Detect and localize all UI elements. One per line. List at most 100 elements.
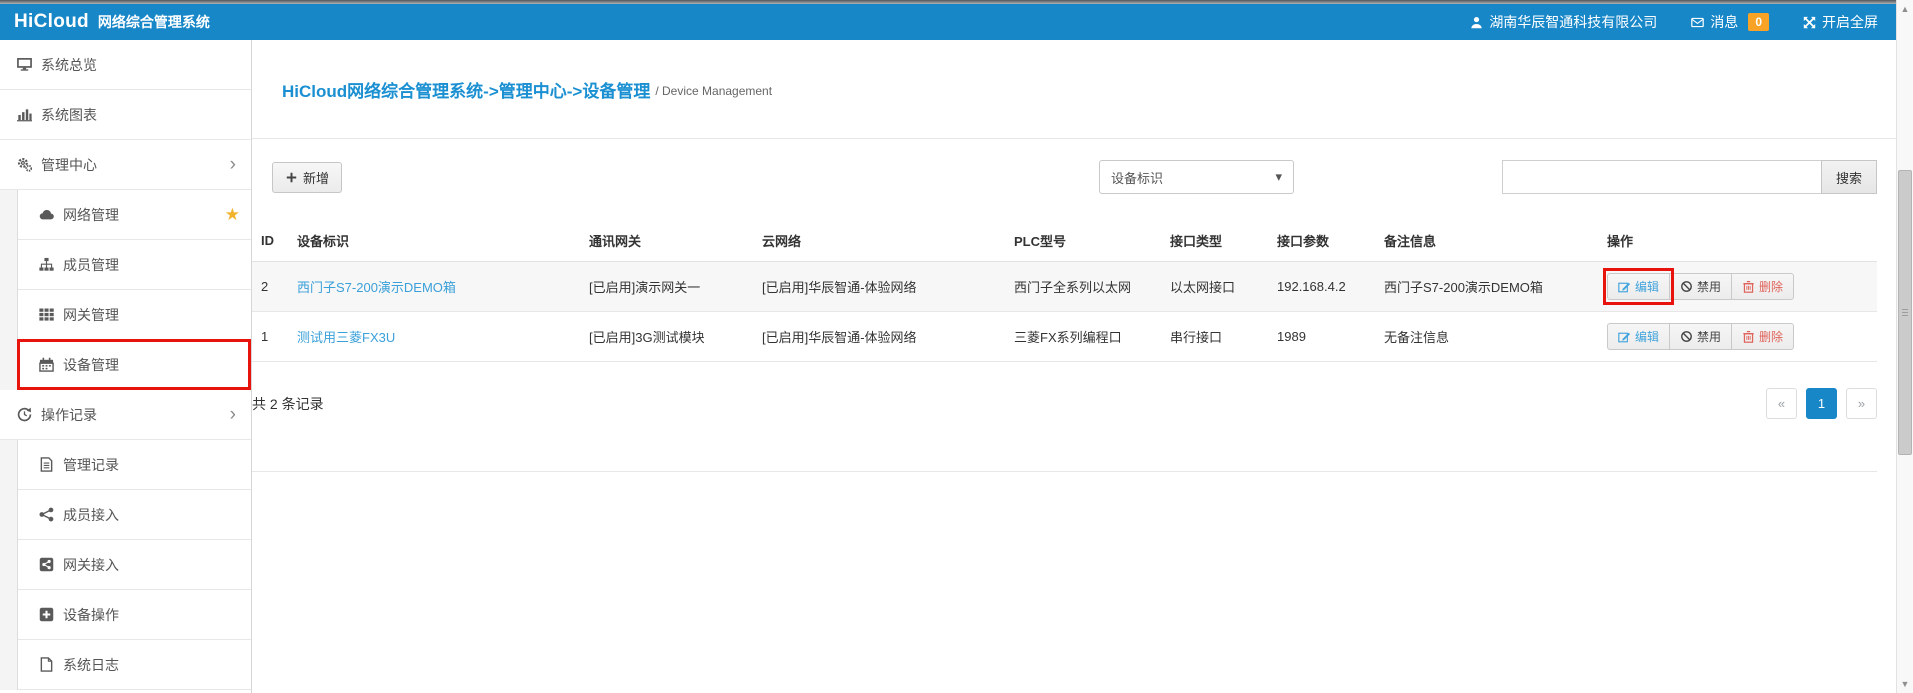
- search-button[interactable]: 搜索: [1821, 160, 1877, 194]
- delete-button-label: 删除: [1759, 278, 1783, 295]
- disable-button-label: 禁用: [1697, 328, 1721, 345]
- edit-icon: [1618, 330, 1631, 343]
- cell-iface-param: 192.168.4.2: [1269, 262, 1376, 312]
- sidebar-item-system-overview[interactable]: 系统总览: [0, 40, 251, 90]
- ban-icon: [1680, 330, 1693, 343]
- edit-button[interactable]: 编辑: [1607, 323, 1670, 350]
- sidebar-item-device-operations[interactable]: 设备操作: [0, 590, 251, 640]
- fullscreen-icon: [1803, 16, 1816, 29]
- device-link[interactable]: 西门子S7-200演示DEMO箱: [297, 280, 456, 295]
- add-button[interactable]: 新增: [272, 162, 342, 193]
- sidebar-item-management-records[interactable]: 管理记录: [0, 440, 251, 490]
- sidebar-item-device-management[interactable]: 设备管理: [0, 340, 251, 390]
- col-header-plc: PLC型号: [1006, 220, 1162, 262]
- scroll-down-arrow-icon[interactable]: ▼: [1897, 679, 1913, 689]
- messages-button[interactable]: 消息 0: [1691, 12, 1769, 32]
- cell-plc: 西门子全系列以太网: [1006, 262, 1162, 312]
- disable-button-label: 禁用: [1697, 278, 1721, 295]
- share-icon: [39, 507, 54, 522]
- cell-id: 1: [252, 312, 289, 362]
- share-square-icon: [39, 557, 54, 572]
- plus-square-icon: [39, 607, 54, 622]
- app-logo: HiCloud: [14, 11, 89, 33]
- star-icon: ★: [225, 205, 240, 225]
- cell-remark: 无备注信息: [1376, 312, 1599, 362]
- delete-button[interactable]: 删除: [1731, 323, 1794, 350]
- edit-button[interactable]: 编辑: [1607, 273, 1670, 300]
- current-company[interactable]: 湖南华辰智通科技有限公司: [1470, 12, 1657, 32]
- sidebar-item-member-access[interactable]: 成员接入: [0, 490, 251, 540]
- add-button-label: 新增: [303, 168, 329, 187]
- scrollbar-thumb[interactable]: [1898, 170, 1912, 455]
- scroll-up-arrow-icon[interactable]: ▲: [1897, 4, 1913, 14]
- cell-gateway: [已启用]演示网关一: [581, 262, 754, 312]
- messages-count-badge: 0: [1748, 13, 1769, 31]
- edit-icon: [1618, 280, 1631, 293]
- sidebar-item-label: 设备操作: [63, 605, 119, 625]
- cell-iface-type: 串行接口: [1162, 312, 1269, 362]
- cell-plc: 三菱FX系列编程口: [1006, 312, 1162, 362]
- sidebar-item-label: 成员管理: [63, 255, 119, 275]
- sidebar-item-operation-records[interactable]: 操作记录 ›: [0, 390, 251, 440]
- sidebar-item-gateway-access[interactable]: 网关接入: [0, 540, 251, 590]
- breadcrumb-suffix: / Device Management: [655, 84, 772, 98]
- company-name: 湖南华辰智通科技有限公司: [1489, 12, 1657, 32]
- breadcrumb: HiCloud网络综合管理系统->管理中心->设备管理 / Device Man…: [252, 40, 1896, 139]
- sidebar-item-gateway-management[interactable]: 网关管理: [0, 290, 251, 340]
- chevron-right-icon: ›: [230, 155, 236, 174]
- sidebar-item-label: 管理中心: [41, 155, 97, 175]
- delete-button[interactable]: 删除: [1731, 273, 1794, 300]
- fullscreen-label: 开启全屏: [1822, 12, 1878, 32]
- vertical-scrollbar[interactable]: ▲ ▼: [1896, 0, 1913, 693]
- sidebar-item-label: 设备管理: [63, 355, 119, 375]
- sidebar-item-member-management[interactable]: 成员管理: [0, 240, 251, 290]
- sidebar-item-system-charts[interactable]: 系统图表: [0, 90, 251, 140]
- pagination: « 1 »: [1766, 388, 1877, 419]
- file-text-icon: [39, 457, 54, 472]
- filter-field-select[interactable]: 设备标识 ▾: [1099, 160, 1294, 194]
- search-input[interactable]: [1502, 160, 1822, 194]
- sidebar-item-system-logs[interactable]: 系统日志: [0, 640, 251, 690]
- cell-iface-param: 1989: [1269, 312, 1376, 362]
- desktop-icon: [17, 57, 32, 72]
- row-actions: 编辑 禁用 删除: [1607, 273, 1794, 300]
- sidebar-item-network-management[interactable]: 网络管理 ★: [0, 190, 251, 240]
- app-header: HiCloud 网络综合管理系统 湖南华辰智通科技有限公司 消息 0 开启全屏: [0, 4, 1896, 40]
- cell-network: [已启用]华辰智通-体验网络: [754, 262, 1006, 312]
- edit-button-label: 编辑: [1635, 328, 1659, 345]
- edit-button-label: 编辑: [1635, 278, 1659, 295]
- pagination-page-1[interactable]: 1: [1806, 388, 1837, 419]
- app-title: 网络综合管理系统: [98, 12, 210, 32]
- calendar-icon: [39, 357, 54, 372]
- row-actions: 编辑 禁用 删除: [1607, 323, 1794, 350]
- cell-remark: 西门子S7-200演示DEMO箱: [1376, 262, 1599, 312]
- pagination-next-button[interactable]: »: [1846, 388, 1877, 419]
- table-header-row: ID 设备标识 通讯网关 云网络 PLC型号 接口类型 接口参数 备注信息 操作: [252, 220, 1877, 262]
- sidebar-item-management-center[interactable]: 管理中心 ›: [0, 140, 251, 190]
- envelope-icon: [1691, 16, 1704, 29]
- sidebar-item-label: 系统总览: [41, 55, 97, 75]
- fullscreen-button[interactable]: 开启全屏: [1803, 12, 1878, 32]
- cell-id: 2: [252, 262, 289, 312]
- chevron-right-icon: ›: [230, 405, 236, 424]
- sitemap-icon: [39, 257, 54, 272]
- breadcrumb-path: HiCloud网络综合管理系统->管理中心->设备管理: [282, 77, 650, 102]
- filter-selected-value: 设备标识: [1111, 168, 1163, 187]
- section-divider: [252, 471, 1877, 472]
- col-header-device: 设备标识: [289, 220, 581, 262]
- sidebar-item-label: 成员接入: [63, 505, 119, 525]
- disable-button[interactable]: 禁用: [1669, 323, 1732, 350]
- search-group: 搜索: [1502, 160, 1877, 194]
- table-footer: 共 2 条记录 « 1 »: [252, 388, 1877, 419]
- ban-icon: [1680, 280, 1693, 293]
- sidebar: 系统总览 系统图表 管理中心 › 网络管理 ★ 成员管理 网关管理 设备管理: [0, 40, 252, 693]
- sidebar-item-label: 管理记录: [63, 455, 119, 475]
- col-header-remark: 备注信息: [1376, 220, 1599, 262]
- device-link[interactable]: 测试用三菱FX3U: [297, 330, 395, 345]
- col-header-gateway: 通讯网关: [581, 220, 754, 262]
- disable-button[interactable]: 禁用: [1669, 273, 1732, 300]
- pagination-prev-button[interactable]: «: [1766, 388, 1797, 419]
- cell-network: [已启用]华辰智通-体验网络: [754, 312, 1006, 362]
- bar-chart-icon: [17, 107, 32, 122]
- cell-iface-type: 以太网接口: [1162, 262, 1269, 312]
